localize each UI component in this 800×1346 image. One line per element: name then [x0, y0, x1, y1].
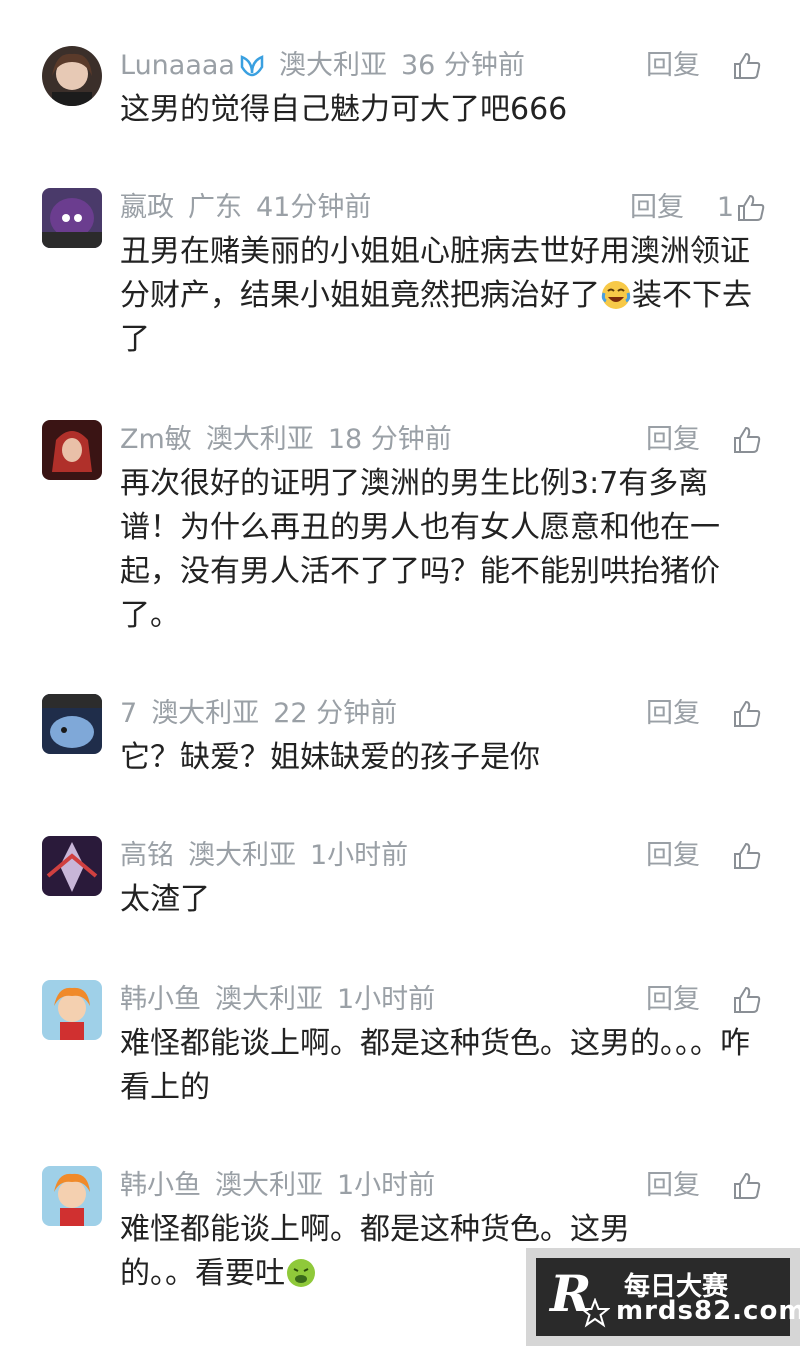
- location: 澳大利亚: [278, 50, 387, 81]
- comment-text: 它？缺爱？姐妹缺爱的孩子是你: [120, 740, 540, 775]
- nauseated-emoji-icon: [287, 1259, 315, 1287]
- comment-text: 丑男在赌美丽的小姐姐心脏病去世好用澳洲领证分财产，结果小姐姐竟然把病治好了 装不下…: [120, 234, 752, 357]
- username[interactable]: 韩小鱼: [120, 984, 201, 1015]
- avatar[interactable]: [42, 1166, 102, 1226]
- thumbs-up-icon[interactable]: [732, 425, 762, 455]
- comment-text: 太渣了: [120, 882, 210, 917]
- reply-button[interactable]: 回复: [646, 980, 700, 1020]
- timestamp: 22 分钟前: [273, 698, 398, 729]
- watermark: R 每日大赛 mrds82.com: [526, 1248, 800, 1346]
- avatar[interactable]: [42, 46, 102, 106]
- location: 澳大利亚: [151, 698, 260, 729]
- reply-button[interactable]: 回复: [646, 420, 700, 460]
- reply-button[interactable]: 回复: [646, 836, 700, 876]
- watermark-logo: R 每日大赛 mrds82.com: [536, 1258, 800, 1336]
- avatar[interactable]: [42, 188, 102, 248]
- location: 澳大利亚: [188, 840, 296, 871]
- reply-button[interactable]: 回复: [646, 1166, 700, 1206]
- username[interactable]: 韩小鱼: [120, 1170, 201, 1201]
- star-icon: [580, 1298, 610, 1328]
- watermark-url: mrds82.com: [616, 1296, 800, 1326]
- username[interactable]: Lunaaaa: [120, 50, 235, 81]
- username[interactable]: 高铭: [120, 840, 174, 871]
- avatar[interactable]: [42, 836, 102, 896]
- laughing-tears-emoji-icon: [601, 281, 631, 309]
- comment-meta: 嬴政 广东 41分钟前: [120, 188, 385, 228]
- reply-button[interactable]: 回复: [646, 694, 700, 734]
- thumbs-up-icon[interactable]: [736, 193, 766, 223]
- comment-meta: 韩小鱼 澳大利亚 1小时前: [120, 1166, 449, 1206]
- location: 澳大利亚: [215, 984, 323, 1015]
- reply-button[interactable]: 回复: [630, 188, 684, 228]
- username[interactable]: Zm敏: [120, 424, 192, 455]
- timestamp: 1小时前: [337, 1170, 436, 1201]
- timestamp: 1小时前: [337, 984, 436, 1015]
- thumbs-up-icon[interactable]: [732, 699, 762, 729]
- comment-meta: Lunaaaa 澳大利亚 36 分钟前: [120, 46, 539, 86]
- thumbs-up-icon[interactable]: [732, 841, 762, 871]
- like-count: 1: [716, 192, 734, 223]
- comment-meta: 高铭 澳大利亚 1小时前: [120, 836, 422, 876]
- timestamp: 1小时前: [310, 840, 409, 871]
- comment-text: 难怪都能谈上啊。都是这种货色。这男的。。。咋看上的: [120, 1026, 750, 1105]
- verified-badge-icon: [240, 55, 264, 77]
- avatar[interactable]: [42, 420, 102, 480]
- timestamp: 36 分钟前: [400, 50, 525, 81]
- comment-text: 这男的觉得自己魅力可大了吧666: [120, 92, 568, 127]
- username[interactable]: 7: [120, 698, 137, 729]
- location: 澳大利亚: [205, 424, 314, 455]
- thumbs-up-icon[interactable]: [732, 985, 762, 1015]
- comment-meta: Zm敏 澳大利亚 18 分钟前: [120, 420, 466, 460]
- timestamp: 18 分钟前: [327, 424, 452, 455]
- comment-meta: 韩小鱼 澳大利亚 1小时前: [120, 980, 449, 1020]
- avatar[interactable]: [42, 694, 102, 754]
- comment-list: Lunaaaa 澳大利亚 36 分钟前 回复 这男的觉得自己魅力可大了吧666 嬴政…: [0, 0, 800, 1346]
- location: 广东: [188, 192, 242, 223]
- thumbs-up-icon[interactable]: [732, 1171, 762, 1201]
- thumbs-up-icon[interactable]: [732, 51, 762, 81]
- location: 澳大利亚: [215, 1170, 323, 1201]
- comment-meta: 7 澳大利亚 22 分钟前: [120, 694, 411, 734]
- reply-button[interactable]: 回复: [646, 46, 700, 86]
- timestamp: 41分钟前: [256, 192, 372, 223]
- username[interactable]: 嬴政: [120, 192, 174, 223]
- comment-text: 再次很好的证明了澳洲的男生比例3:7有多离谱！为什么再丑的男人也有女人愿意和他在…: [120, 466, 720, 633]
- avatar[interactable]: [42, 980, 102, 1040]
